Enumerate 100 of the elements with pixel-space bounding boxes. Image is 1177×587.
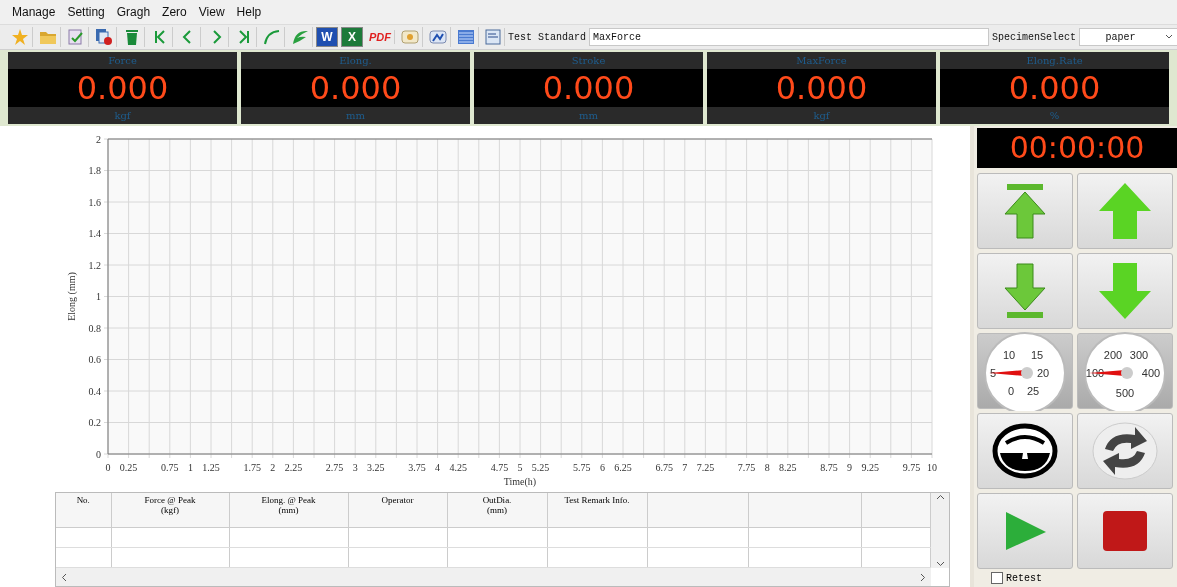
readout-unit: mm bbox=[241, 107, 470, 124]
readout-unit: kgf bbox=[8, 107, 237, 124]
column-header: Test Remark Info. bbox=[547, 493, 647, 528]
scroll-up-icon[interactable] bbox=[935, 493, 945, 501]
x-tick-label: 1.75 bbox=[243, 462, 261, 473]
speedometer-icon bbox=[992, 423, 1058, 479]
x-tick-label: 0 bbox=[105, 462, 111, 473]
readout-value: 0.000 bbox=[1007, 69, 1102, 107]
start-button[interactable] bbox=[977, 493, 1073, 569]
y-tick-label: 1.2 bbox=[88, 259, 101, 271]
x-tick-label: 9 bbox=[847, 462, 853, 473]
specimen-dropdown[interactable]: paper bbox=[1079, 28, 1177, 46]
readout-unit: % bbox=[940, 107, 1169, 124]
horizontal-scrollbar[interactable] bbox=[56, 568, 931, 586]
dial-label: 20 bbox=[1036, 367, 1050, 379]
scroll-down-icon[interactable] bbox=[935, 560, 945, 568]
menu-item[interactable]: Zero bbox=[156, 3, 193, 21]
speedometer-button[interactable] bbox=[977, 413, 1073, 489]
x-tick-label: 7 bbox=[682, 462, 688, 473]
readout-unit: kgf bbox=[707, 107, 936, 124]
down-button[interactable] bbox=[1077, 253, 1173, 329]
x-tick-label: 0.75 bbox=[161, 462, 179, 473]
arrow-up-to-bar-icon bbox=[1001, 182, 1049, 240]
menu-item[interactable]: Manage bbox=[6, 3, 62, 21]
column-header: Elong. @ Peak (mm) bbox=[229, 493, 348, 528]
retest-label: Retest bbox=[1006, 572, 1042, 584]
x-tick-label: 2.75 bbox=[325, 462, 344, 473]
readout-label: Force bbox=[8, 52, 237, 69]
menu-item[interactable]: Setting bbox=[61, 3, 111, 21]
x-axis-title: Time(h) bbox=[503, 476, 537, 487]
x-tick-label: 6.25 bbox=[614, 462, 632, 473]
readout-value: 0.000 bbox=[308, 69, 403, 107]
x-tick-label: 5.75 bbox=[573, 462, 591, 473]
x-tick-label: 7.25 bbox=[696, 462, 715, 473]
x-tick-label: 8.25 bbox=[779, 462, 797, 473]
x-tick-label: 2 bbox=[270, 462, 276, 473]
y-tick-label: 1.4 bbox=[88, 228, 101, 239]
y-tick-label: 1 bbox=[96, 291, 101, 302]
dial-label: 10 bbox=[1002, 349, 1016, 361]
y-tick-label: 1.8 bbox=[88, 165, 101, 176]
dial-hub bbox=[1021, 367, 1033, 379]
retest-checkbox[interactable] bbox=[991, 572, 1003, 584]
readout-label: Elong. bbox=[241, 52, 470, 69]
menu-item[interactable]: Help bbox=[230, 3, 268, 21]
readout-value: 0.000 bbox=[541, 69, 636, 107]
column-header: No. bbox=[56, 493, 111, 528]
x-tick-label: 4 bbox=[435, 462, 441, 473]
x-tick-label: 2.25 bbox=[284, 462, 303, 473]
dial-label: 5 bbox=[989, 367, 997, 379]
letter-icon[interactable]: X bbox=[341, 27, 363, 47]
letter-icon[interactable]: W bbox=[316, 27, 338, 47]
dial-label: 300 bbox=[1129, 349, 1149, 361]
up-button[interactable] bbox=[1077, 173, 1173, 249]
column-header: Force @ Peak (kgf) bbox=[111, 493, 229, 528]
arrow-down-to-bar-icon bbox=[1001, 262, 1049, 320]
dial-label: 200 bbox=[1103, 349, 1123, 361]
y-tick-label: 2 bbox=[96, 133, 101, 145]
stop-icon bbox=[1102, 510, 1148, 552]
y-tick-label: 0.2 bbox=[88, 417, 101, 428]
y-tick-label: 0.4 bbox=[88, 385, 101, 397]
column-header: OutDia. (mm) bbox=[447, 493, 547, 528]
y-tick-label: 0.6 bbox=[88, 354, 101, 365]
x-tick-label: 1 bbox=[187, 462, 193, 473]
menu-item[interactable]: View bbox=[192, 3, 231, 21]
refresh-icon bbox=[1091, 421, 1159, 481]
test-standard-label: Test Standard bbox=[508, 31, 586, 43]
document-icon[interactable] bbox=[482, 28, 505, 46]
x-tick-label: 4.25 bbox=[449, 462, 467, 473]
dial-label: 0 bbox=[1007, 385, 1015, 397]
vertical-scrollbar[interactable] bbox=[931, 493, 949, 568]
readout-label: MaxForce bbox=[707, 52, 936, 69]
x-tick-label: 1.25 bbox=[202, 462, 220, 473]
readout-label: Elong.Rate bbox=[940, 52, 1169, 69]
move-to-top-button[interactable] bbox=[977, 173, 1073, 249]
x-tick-label: 3.75 bbox=[408, 462, 426, 473]
column-header: Operator bbox=[348, 493, 447, 528]
x-tick-label: 7.75 bbox=[737, 462, 756, 473]
x-tick-label: 6 bbox=[599, 462, 605, 473]
dial-label: 15 bbox=[1030, 349, 1044, 361]
refresh-button[interactable] bbox=[1077, 413, 1173, 489]
timer-display: 00:00:00 bbox=[977, 128, 1177, 168]
scroll-right-icon[interactable] bbox=[919, 572, 927, 582]
readout-label: Stroke bbox=[474, 52, 703, 69]
chart-icon[interactable] bbox=[426, 27, 451, 47]
readout-value: 0.000 bbox=[75, 69, 170, 107]
menu-item[interactable]: Gragh bbox=[110, 3, 157, 21]
x-tick-label: 4.75 bbox=[490, 462, 509, 473]
x-tick-label: 10 bbox=[927, 462, 937, 473]
x-tick-label: 6.75 bbox=[655, 462, 673, 473]
x-tick-label: 8 bbox=[764, 462, 770, 473]
test-standard-field[interactable]: MaxForce bbox=[589, 28, 989, 46]
y-tick-label: 0.8 bbox=[88, 322, 101, 334]
stop-button[interactable] bbox=[1077, 493, 1173, 569]
specimen-select-label: SpecimenSelect bbox=[992, 31, 1076, 43]
dial-hub bbox=[1121, 367, 1133, 379]
y-axis-title: Elong (mm) bbox=[66, 272, 77, 321]
dial-gauge[interactable]: 10 15 5 20 0 25 bbox=[977, 333, 1073, 409]
scroll-left-icon[interactable] bbox=[60, 572, 68, 582]
move-to-bottom-button[interactable] bbox=[977, 253, 1073, 329]
y-tick-label: 1.6 bbox=[88, 196, 101, 208]
